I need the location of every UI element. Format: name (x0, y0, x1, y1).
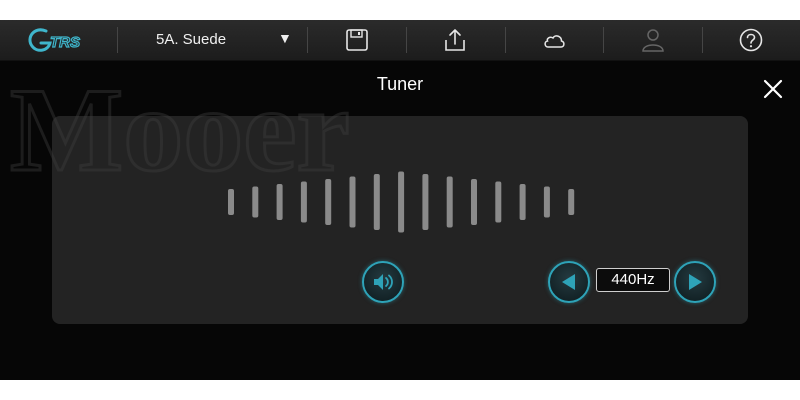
top-strip (0, 0, 800, 20)
meter-bar (300, 181, 307, 223)
gtrs-logo[interactable]: TRS (26, 26, 92, 54)
increase-frequency-button[interactable] (674, 261, 716, 303)
meter-bar (519, 184, 526, 220)
meter-bar (325, 179, 332, 225)
upload-icon[interactable] (442, 28, 468, 52)
save-icon[interactable] (344, 28, 370, 52)
speaker-icon (374, 274, 393, 290)
meter-bar (471, 179, 477, 225)
meter-bar (398, 171, 405, 233)
bottom-strip (0, 380, 800, 400)
sound-toggle-button[interactable] (362, 261, 404, 303)
user-icon[interactable] (640, 28, 666, 52)
meter-bar (373, 174, 380, 230)
meter-bar (446, 176, 453, 228)
toolbar-separator (406, 27, 407, 53)
triangle-left-icon (562, 274, 575, 290)
meter-bar (422, 174, 429, 230)
tuner-screen: Mooer TRS 5A. Suede ▼ (0, 20, 800, 380)
toolbar-separator (505, 27, 506, 53)
meter-bar (252, 186, 259, 218)
dialog-title: Tuner (376, 74, 424, 94)
toolbar-separator (702, 27, 703, 53)
decrease-frequency-button[interactable] (548, 261, 590, 303)
meter-bar (568, 189, 575, 215)
top-toolbar: TRS 5A. Suede ▼ (0, 20, 800, 61)
preset-dropdown-icon[interactable]: ▼ (278, 30, 292, 46)
close-icon[interactable] (762, 78, 784, 100)
toolbar-separator (307, 27, 308, 53)
tuner-panel: 440Hz (52, 116, 748, 324)
reference-frequency-display: 440Hz (596, 268, 670, 292)
toolbar-separator (603, 27, 604, 53)
help-icon[interactable] (738, 28, 764, 52)
triangle-right-icon (689, 274, 702, 290)
meter-bar (349, 176, 356, 228)
meter-bar (276, 184, 283, 220)
meter-bar (228, 189, 234, 215)
logo-text: TRS (50, 34, 80, 51)
meter-bar (543, 186, 550, 218)
toolbar-separator (117, 27, 118, 53)
meter-bar (495, 181, 502, 223)
preset-name[interactable]: 5A. Suede (156, 31, 226, 48)
cloud-icon[interactable] (541, 28, 567, 52)
